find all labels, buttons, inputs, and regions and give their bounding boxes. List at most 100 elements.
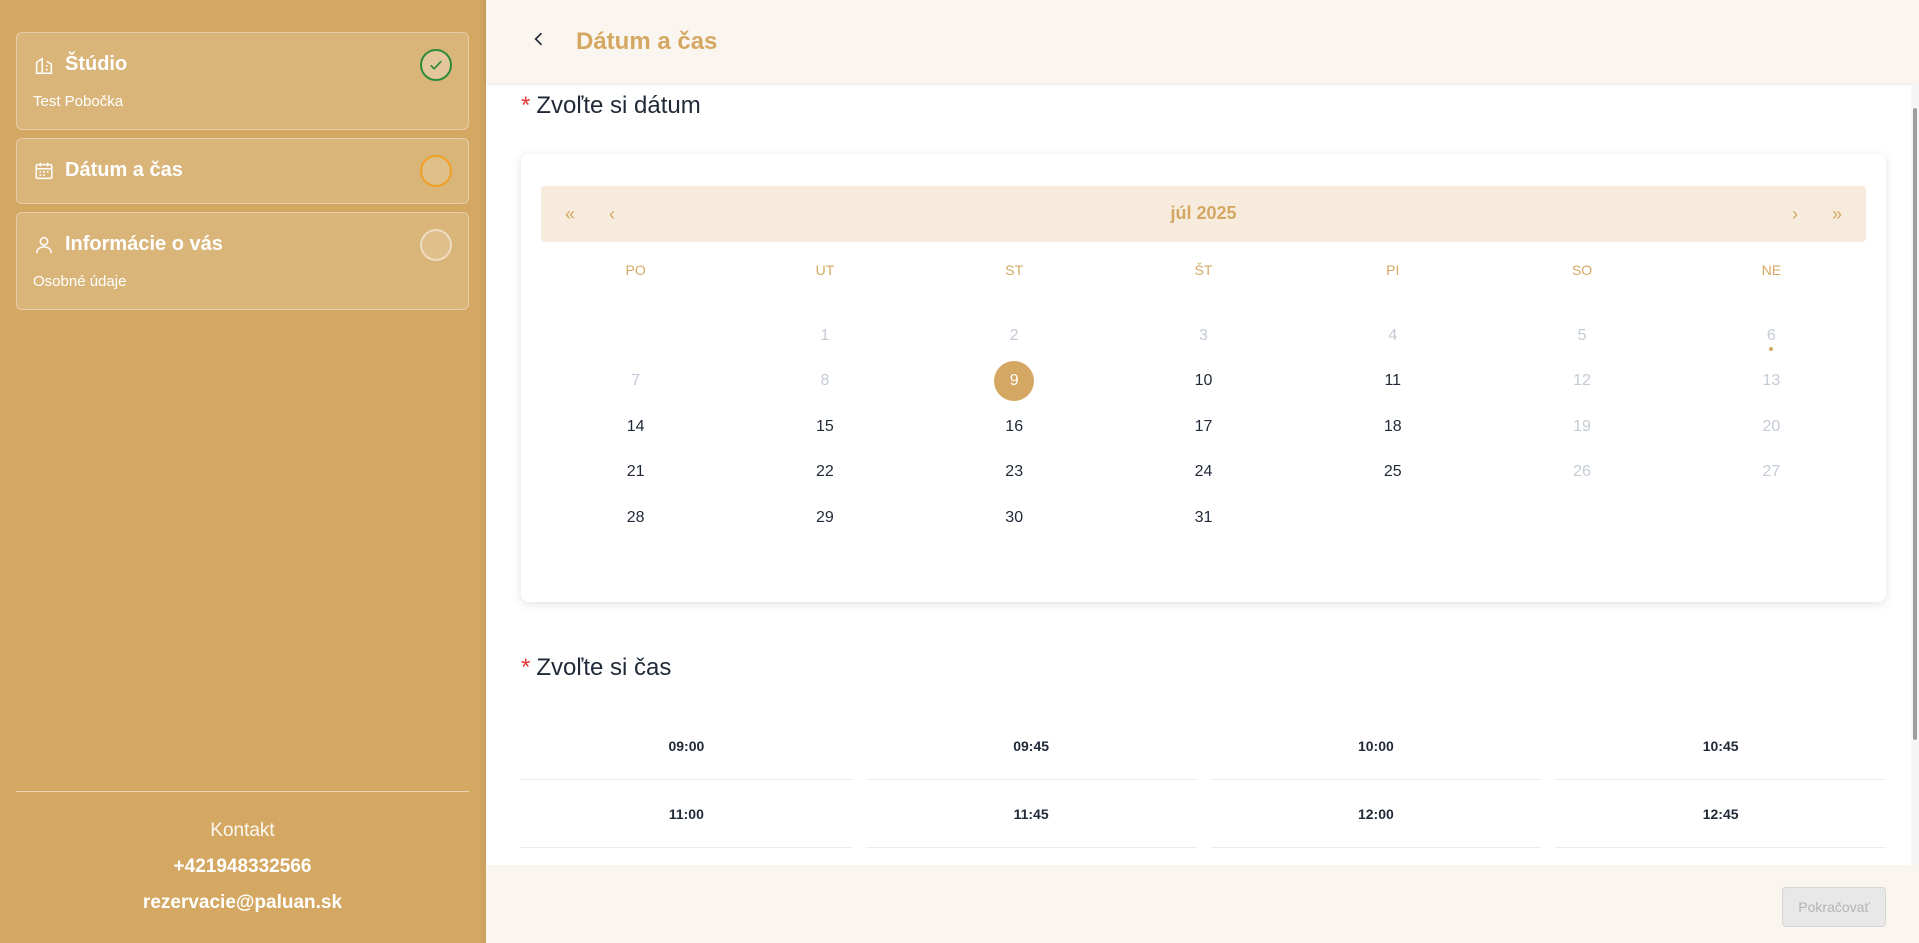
calendar-day[interactable]: 15	[730, 404, 919, 450]
calendar-day[interactable]: 18	[1298, 404, 1487, 450]
time-slot-button[interactable]: 11:45	[865, 780, 1197, 848]
calendar-day: 26	[1487, 450, 1676, 496]
calendar-empty-cell	[541, 313, 730, 359]
date-section-label-text: Zvoľte si dátum	[536, 92, 701, 119]
calendar-day-number: 3	[1199, 326, 1208, 344]
calendar-day-number: 2	[1009, 326, 1019, 344]
calendar-icon	[33, 160, 55, 182]
calendar-day-number: 14	[626, 417, 645, 435]
calendar-day[interactable]: 9	[920, 359, 1109, 405]
time-slot-button[interactable]: 10:45	[1555, 712, 1886, 780]
continue-button[interactable]: Pokračovať	[1782, 887, 1886, 927]
calendar-day-number: 11	[1384, 372, 1402, 390]
next-year-button[interactable]: »	[1832, 204, 1842, 225]
calendar-day-number: 7	[631, 372, 641, 390]
time-section-label: * Zvoľte si čas	[521, 654, 671, 682]
calendar-day-number: 10	[1194, 372, 1213, 390]
calendar-day-number: 16	[1005, 417, 1024, 435]
contact-phone[interactable]: +421948332566	[16, 856, 469, 878]
weekday-header: ŠT	[1194, 262, 1213, 278]
next-month-button[interactable]: ›	[1792, 204, 1798, 225]
time-section-label-text: Zvoľte si čas	[536, 654, 672, 681]
step-info[interactable]: Informácie o vás Osobné údaje	[16, 212, 469, 310]
calendar-day[interactable]: 10	[1109, 359, 1298, 405]
contact-email[interactable]: rezervacie@paluan.sk	[16, 892, 469, 914]
page-footer: Pokračovať	[486, 865, 1919, 943]
calendar-day-number	[616, 316, 656, 356]
step-studio[interactable]: Štúdio Test Pobočka	[16, 32, 469, 130]
calendar-day-number: 28	[626, 508, 645, 526]
calendar-day: 27	[1677, 450, 1866, 496]
step-studio-head: Štúdio	[33, 53, 127, 76]
step-studio-subtitle: Test Pobočka	[33, 93, 124, 110]
calendar-day-number: 13	[1762, 372, 1781, 390]
calendar-day: 1	[730, 313, 919, 359]
calendar-day-number: 9	[994, 361, 1035, 402]
calendar-day: 4	[1298, 313, 1487, 359]
calendar-day-number: 15	[816, 417, 834, 435]
calendar-day-number: 1	[820, 326, 830, 344]
calendar-day[interactable]: 31	[1109, 495, 1298, 541]
weekday-header: PO	[625, 262, 646, 278]
calendar-day[interactable]: 25	[1298, 450, 1487, 496]
calendar-days: 1 2 3 4 5 6 7 8 9 10 11 12 13 14 15 16 17 18 19 20 21 22 23 24 2…	[541, 313, 1866, 541]
step-info-subtitle: Osobné údaje	[33, 273, 127, 290]
calendar-day[interactable]: 17	[1109, 404, 1298, 450]
calendar-day: 6	[1677, 313, 1866, 359]
building-icon	[33, 54, 55, 76]
sidebar-shadow	[478, 0, 486, 943]
step-info-head: Informácie o vás	[33, 233, 223, 256]
back-button[interactable]	[524, 26, 554, 56]
user-icon	[33, 234, 55, 256]
calendar-day: 2	[920, 313, 1109, 359]
calendar-day-number: 17	[1194, 417, 1213, 435]
weekday-header: NE	[1761, 262, 1782, 278]
calendar-day[interactable]: 28	[541, 495, 730, 541]
sidebar: Štúdio Test Pobočka Dátum a čas Informác…	[0, 0, 486, 943]
step-date-time[interactable]: Dátum a čas	[16, 138, 469, 204]
active-status-icon	[420, 155, 452, 187]
calendar-day: 3	[1109, 313, 1298, 359]
calendar-day-number: 26	[1573, 463, 1591, 481]
calendar-day-number: 21	[626, 463, 645, 481]
calendar-day[interactable]: 24	[1109, 450, 1298, 496]
time-slot-button[interactable]: 09:00	[521, 712, 852, 780]
calendar-day-number: 27	[1762, 463, 1781, 481]
time-slot-button[interactable]: 12:00	[1210, 780, 1542, 848]
calendar-day[interactable]: 11	[1298, 359, 1487, 405]
calendar-day[interactable]: 21	[541, 450, 730, 496]
calendar-day[interactable]: 30	[920, 495, 1109, 541]
calendar-day: 5	[1487, 313, 1676, 359]
calendar-nav: « ‹ júl 2025 › »	[541, 186, 1866, 242]
weekday-header: PI	[1386, 262, 1400, 278]
calendar-day-number: 24	[1194, 463, 1213, 481]
step-date-time-title: Dátum a čas	[65, 159, 183, 181]
step-date-time-head: Dátum a čas	[33, 159, 183, 182]
time-slot-button[interactable]: 09:45	[865, 712, 1197, 780]
calendar-day[interactable]: 22	[730, 450, 919, 496]
calendar-weekdays: PO UT ST ŠT PI SO NE	[541, 262, 1866, 278]
calendar-day-number: 30	[1005, 508, 1024, 526]
calendar-day: 19	[1487, 404, 1676, 450]
date-section-label: * Zvoľte si dátum	[521, 92, 701, 120]
calendar-day-number: 29	[816, 508, 834, 526]
calendar-day: 7	[541, 359, 730, 405]
time-slot-button[interactable]: 10:00	[1210, 712, 1542, 780]
calendar-day-number: 20	[1762, 417, 1781, 435]
weekday-header: UT	[815, 262, 835, 278]
calendar-day-number: 18	[1383, 417, 1402, 435]
calendar-day[interactable]: 29	[730, 495, 919, 541]
calendar-day-number: 5	[1577, 326, 1587, 344]
scrollbar-thumb[interactable]	[1913, 108, 1917, 740]
time-slot-button[interactable]: 11:00	[521, 780, 852, 848]
time-slot-button[interactable]: 12:45	[1555, 780, 1886, 848]
chevron-left-icon	[529, 29, 549, 54]
calendar-day[interactable]: 16	[920, 404, 1109, 450]
calendar-day-number: 23	[1005, 463, 1024, 481]
calendar-day[interactable]: 23	[920, 450, 1109, 496]
calendar-day[interactable]: 14	[541, 404, 730, 450]
calendar-day-number: 8	[820, 372, 830, 390]
calendar-month-label[interactable]: júl 2025	[541, 203, 1866, 224]
contact-title: Kontakt	[210, 820, 275, 841]
weekday-header: SO	[1571, 262, 1593, 278]
